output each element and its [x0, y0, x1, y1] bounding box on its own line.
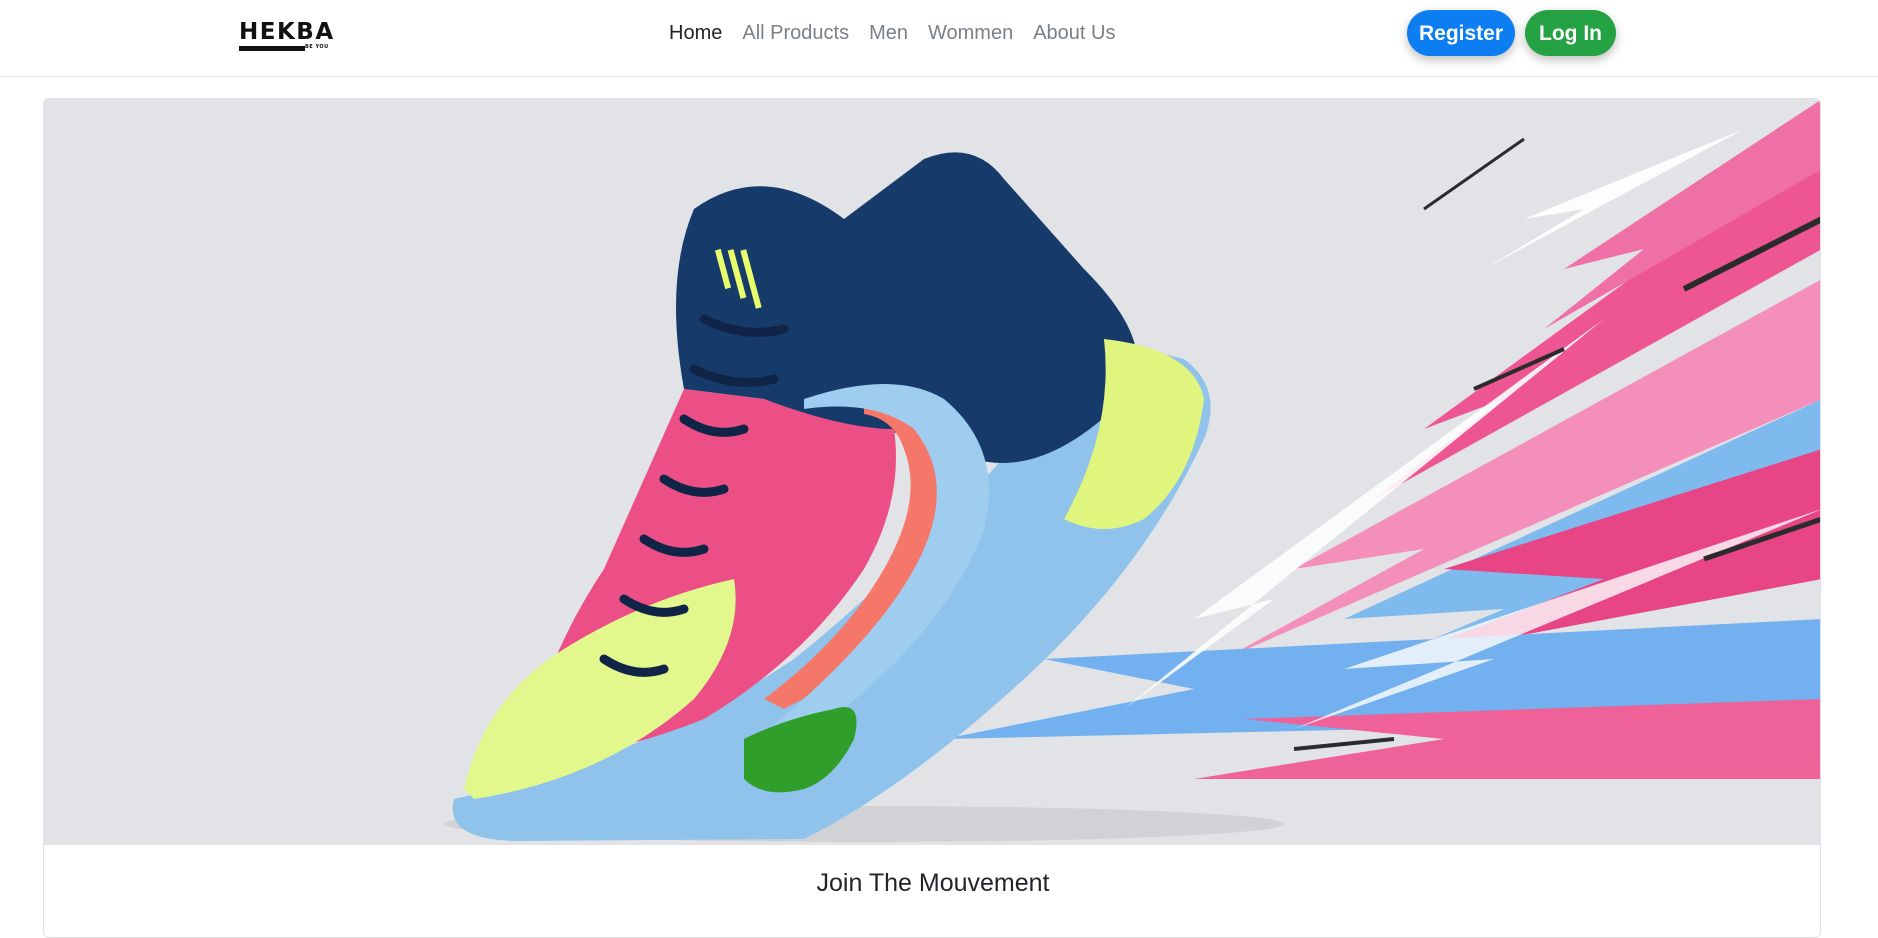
hero-image — [44, 99, 1820, 845]
streak-black-5 — [1293, 737, 1395, 751]
sneaker — [444, 152, 1284, 842]
brand-name: HEKBA — [239, 19, 335, 45]
login-button[interactable]: Log In — [1525, 10, 1616, 56]
nav-links: Home All Products Men Wommen About Us — [659, 19, 1125, 47]
hero-card-title: Join The Mouvement — [816, 869, 1050, 897]
brand-logo[interactable]: HEKBA BE YOU — [239, 18, 335, 52]
navbar: HEKBA BE YOU Home All Products Men Womme… — [0, 0, 1878, 77]
nav-link-about-us[interactable]: About Us — [1023, 19, 1125, 47]
register-button[interactable]: Register — [1407, 10, 1515, 56]
nav-link-all-products[interactable]: All Products — [732, 19, 859, 47]
nav-link-women[interactable]: Wommen — [918, 19, 1023, 47]
brand-tagline: BE YOU — [305, 44, 329, 50]
sneaker-illustration — [444, 100, 1820, 842]
nav-link-men[interactable]: Men — [859, 19, 918, 47]
nav-link-home[interactable]: Home — [659, 19, 732, 47]
streak-black-1 — [1423, 137, 1525, 211]
hero-card: Join The Mouvement — [43, 98, 1821, 938]
logo-underline — [239, 46, 305, 51]
